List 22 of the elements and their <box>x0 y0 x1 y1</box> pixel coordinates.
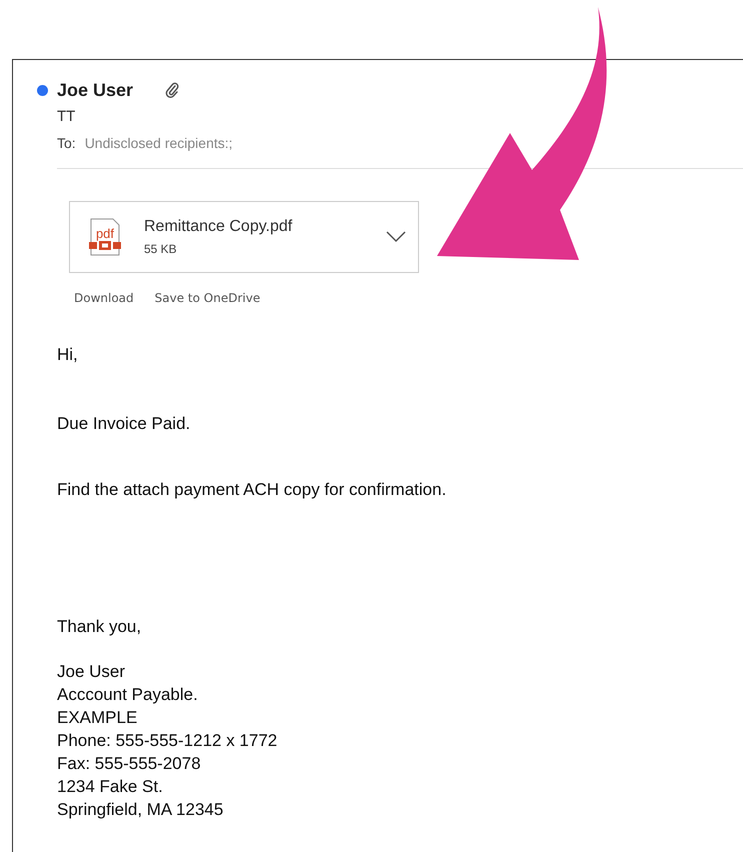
body-text-line: Hi, <box>57 344 79 366</box>
body-text-line: Springfield, MA 12345 <box>57 799 224 821</box>
to-label: To: <box>57 135 76 151</box>
pdf-file-icon: pdf <box>88 218 122 256</box>
email-subject: TT <box>57 108 76 125</box>
sender-name: Joe User <box>57 80 134 100</box>
body-text-line: Acccount Payable. <box>57 684 199 706</box>
body-text-line: EXAMPLE <box>57 707 138 729</box>
body-text-line: 1234 Fake St. <box>57 776 164 798</box>
body-text-line: Thank you, <box>57 616 142 638</box>
attachment-size: 55 KB <box>144 242 178 256</box>
body-text-line: Find the attach payment ACH copy for confirmation. <box>57 479 448 501</box>
attachment-action-link[interactable]: Save to OneDrive <box>154 291 260 305</box>
recipients-text: Undisclosed recipients:; <box>84 135 233 151</box>
body-text-line: Joe User <box>57 661 126 683</box>
body-text-line: Due Invoice Paid. <box>57 413 192 435</box>
attachment-action-link[interactable]: Download <box>74 291 134 305</box>
body-text-line: Phone: 555-555-1212 x 1772 <box>57 730 278 752</box>
attachment-card[interactable]: pdf Remittance Copy.pdf 55 KB <box>69 201 419 273</box>
chevron-down-icon[interactable] <box>386 231 406 243</box>
attachment-name: Remittance Copy.pdf <box>144 218 294 236</box>
body-text-line: Fax: 555-555-2078 <box>57 753 202 775</box>
